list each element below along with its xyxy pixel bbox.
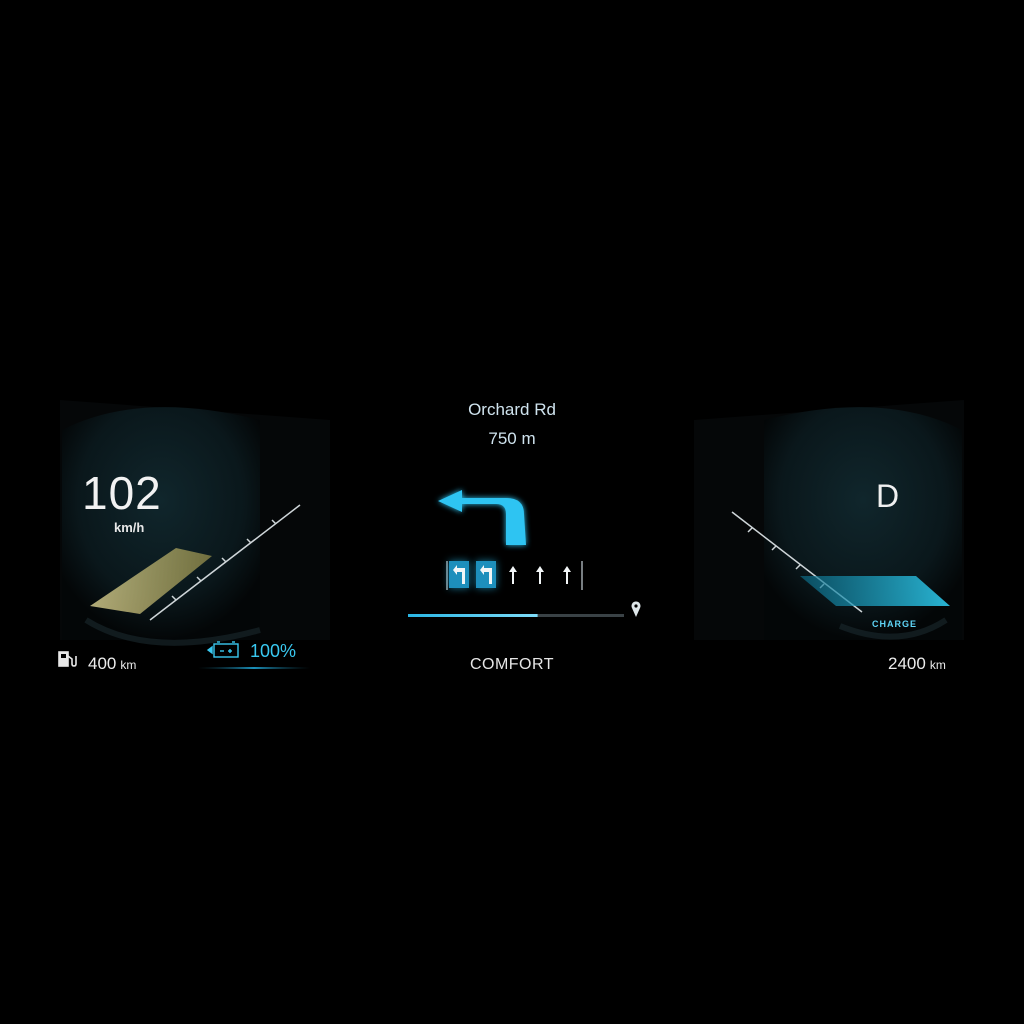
lane-5 <box>557 561 577 588</box>
lane-1 <box>449 561 469 588</box>
battery-charge-icon <box>206 641 239 658</box>
lane-straight-icon <box>563 566 571 584</box>
drive-mode: COMFORT <box>469 656 555 673</box>
charge-label: CHARGE <box>872 619 918 629</box>
route-progress-fill <box>408 614 538 617</box>
location-pin-icon <box>631 601 641 617</box>
total-range-value: 2400 <box>888 654 926 673</box>
fuel-range-unit: km <box>120 658 137 672</box>
turn-left-arrow-icon <box>438 490 526 545</box>
nav-distance: 750 m <box>488 429 536 448</box>
speed-value: 102 <box>82 467 162 519</box>
lane-straight-icon <box>536 566 544 584</box>
fuel-pump-icon <box>58 651 77 667</box>
lane-3 <box>503 561 523 588</box>
fuel-range: 400 km <box>88 654 136 674</box>
nav-street-name: Orchard Rd <box>468 400 556 419</box>
total-range: 2400 km <box>888 654 946 674</box>
battery-level-underline <box>198 667 310 669</box>
lane-turn-left-icon <box>453 565 465 584</box>
gear-indicator: D <box>876 478 900 514</box>
fuel-range-value: 400 <box>88 654 117 673</box>
lane-turn-left-icon <box>480 565 492 584</box>
battery-percent: 100% <box>250 641 297 661</box>
instrument-cluster: 102 km/h D Orchard Rd 750 m COMFORT 400 k… <box>0 0 1024 1024</box>
lane-straight-icon <box>509 566 517 584</box>
lane-4 <box>530 561 550 588</box>
speed-unit: km/h <box>114 520 145 535</box>
total-range-unit: km <box>929 658 946 672</box>
lane-2 <box>476 561 496 588</box>
